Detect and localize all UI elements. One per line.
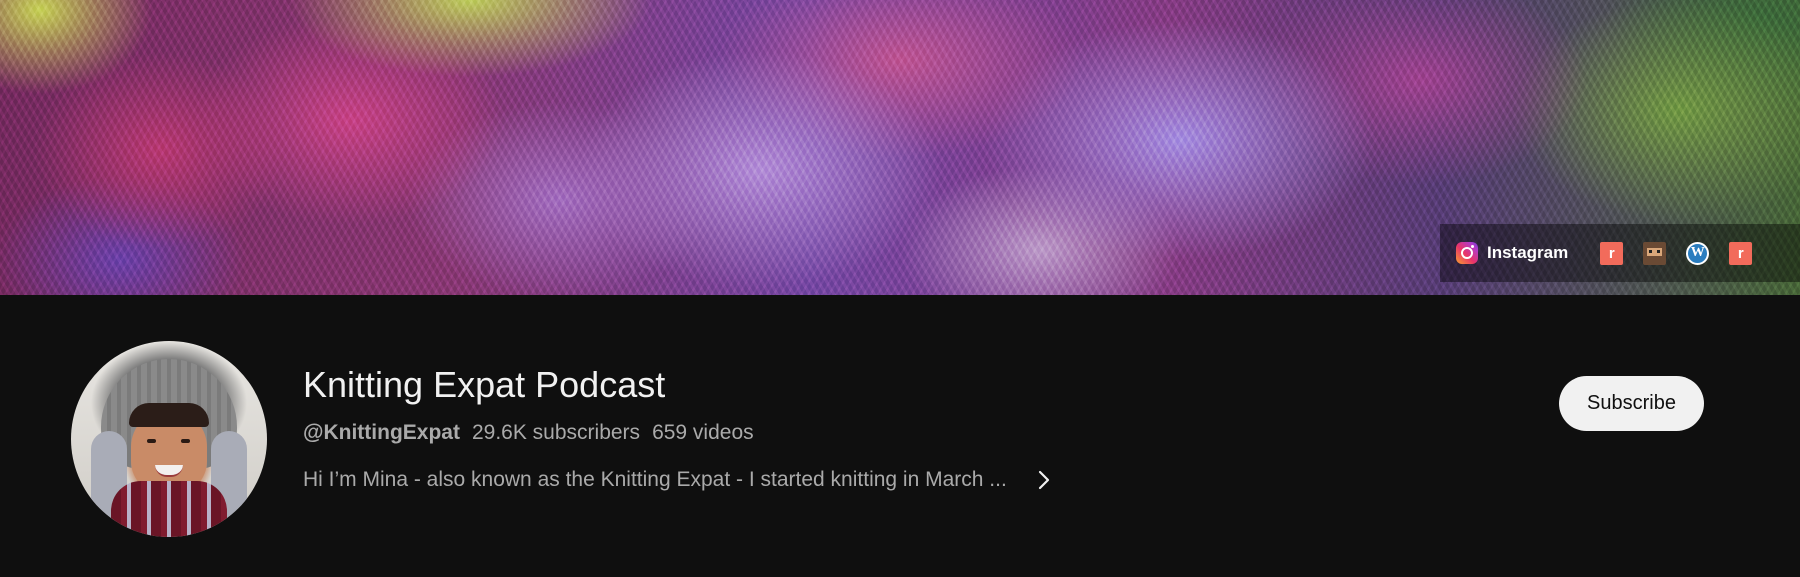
ravelry-glyph: r xyxy=(1608,244,1615,262)
wordpress-icon[interactable]: W xyxy=(1686,241,1710,265)
channel-description-text: Hi I’m Mina - also known as the Knitting… xyxy=(303,468,1007,491)
video-count: 659 videos xyxy=(652,421,754,444)
avatar-hair xyxy=(129,403,209,427)
channel-page: Instagram r W r Knitting Expat Podcast @… xyxy=(0,0,1800,577)
channel-title: Knitting Expat Podcast xyxy=(303,364,666,405)
channel-meta: @KnittingExpat 29.6K subscribers 659 vid… xyxy=(303,421,754,445)
avatar-scarf xyxy=(111,481,227,537)
ravelry-icon[interactable]: r xyxy=(1729,241,1753,265)
banner-links: Instagram r W r xyxy=(1440,224,1800,282)
subscribe-button[interactable]: Subscribe xyxy=(1559,376,1704,431)
wordpress-glyph: W xyxy=(1690,245,1705,260)
channel-banner: Instagram r W r xyxy=(0,0,1800,295)
ravelry-icon[interactable]: r xyxy=(1600,241,1624,265)
instagram-link[interactable]: Instagram xyxy=(1456,242,1568,264)
chevron-right-icon xyxy=(1033,469,1055,491)
channel-handle[interactable]: @KnittingExpat xyxy=(303,421,460,445)
channel-description[interactable]: Hi I’m Mina - also known as the Knitting… xyxy=(303,468,1055,492)
avatar[interactable] xyxy=(71,341,267,537)
ravelry-glyph: r xyxy=(1737,244,1744,262)
instagram-link-label: Instagram xyxy=(1487,243,1569,262)
subscriber-count: 29.6K subscribers xyxy=(471,421,641,444)
profile-image-icon[interactable] xyxy=(1643,241,1667,265)
instagram-icon xyxy=(1456,242,1478,264)
avatar-eyes xyxy=(147,439,156,443)
